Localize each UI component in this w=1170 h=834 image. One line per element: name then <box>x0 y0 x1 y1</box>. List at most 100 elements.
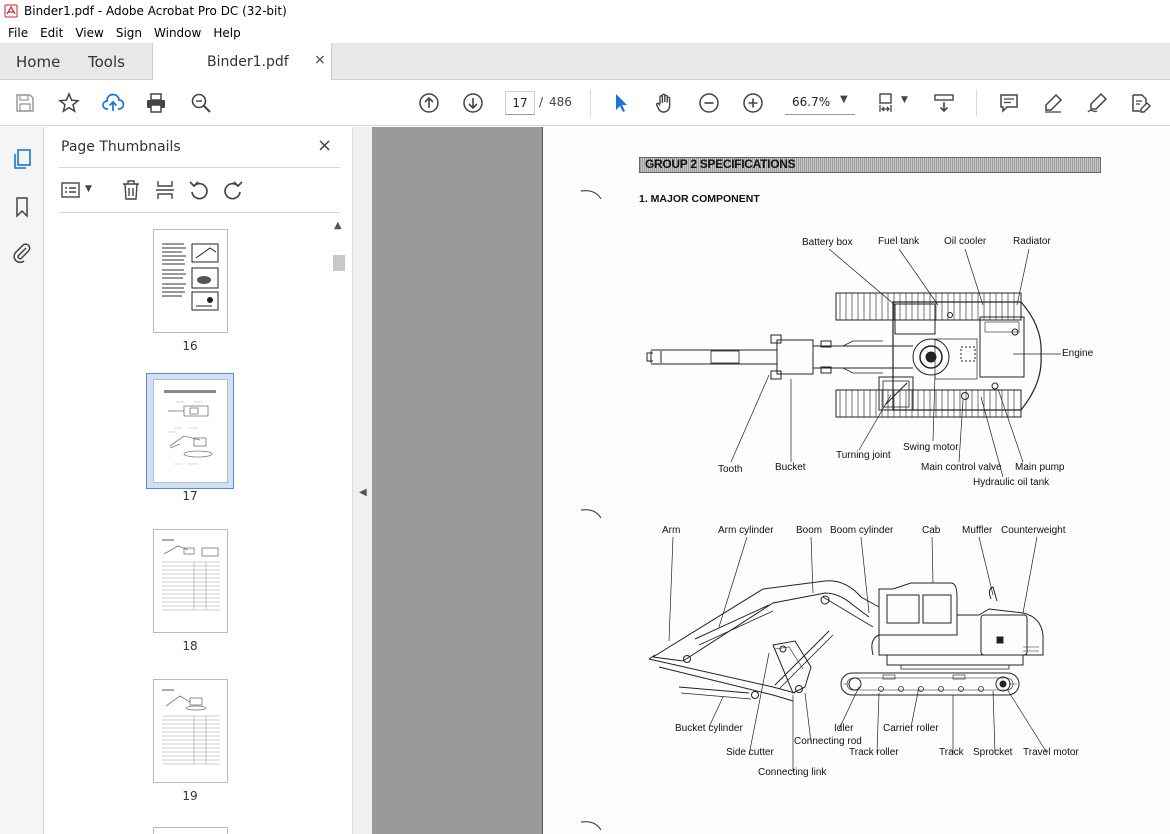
menu-view[interactable]: View <box>69 26 109 40</box>
label-travel-motor: Travel motor <box>1023 747 1079 758</box>
label-boom-cylinder: Boom cylinder <box>830 525 894 536</box>
label-idler: Idler <box>834 723 854 734</box>
sign-pen-icon[interactable] <box>1085 91 1109 115</box>
excavator-diagram <box>580 190 1061 831</box>
print-icon[interactable] <box>144 91 168 115</box>
options-chevron-icon[interactable]: ▼ <box>85 184 92 194</box>
menu-window[interactable]: Window <box>148 26 207 40</box>
fit-page-icon[interactable] <box>875 91 899 115</box>
label-fuel-tank: Fuel tank <box>878 236 920 247</box>
close-tab-icon[interactable]: × <box>314 52 326 68</box>
label-cab: Cab <box>922 525 941 536</box>
menu-sign[interactable]: Sign <box>110 26 148 40</box>
tab-bar: Home Tools Binder1.pdf × <box>0 43 1170 81</box>
panel-splitter[interactable]: ◀ <box>352 127 372 834</box>
label-swing-motor: Swing motor <box>903 442 959 453</box>
collapse-panel-icon[interactable]: ◀ <box>359 487 367 498</box>
label-oil-cooler: Oil cooler <box>944 236 987 247</box>
thumbnail-label-19: 19 <box>182 789 198 803</box>
label-engine: Engine <box>1062 348 1094 359</box>
window-title-bar: Binder1.pdf - Adobe Acrobat Pro DC (32-b… <box>0 0 1170 22</box>
divider <box>59 167 340 168</box>
divider <box>59 212 340 213</box>
comment-icon[interactable] <box>997 91 1021 115</box>
tab-home[interactable]: Home <box>16 43 60 80</box>
page-thumbnails-icon[interactable] <box>10 147 34 171</box>
label-main-pump: Main pump <box>1015 462 1065 473</box>
zoom-out-icon[interactable] <box>697 91 721 115</box>
scroll-mode-icon[interactable] <box>932 91 956 115</box>
cursor-arrow-icon[interactable] <box>609 91 633 115</box>
page-number-input[interactable]: 17 <box>505 91 535 115</box>
label-side-cutter: Side cutter <box>726 747 774 758</box>
label-track: Track <box>939 747 964 758</box>
arrow-up-circle-icon[interactable] <box>417 91 441 115</box>
thumbnail-label-17: 17 <box>182 489 198 503</box>
label-tooth: Tooth <box>718 464 743 475</box>
pdf-page: GROUP 2 SPECIFICATIONS 1. MAJOR COMPONEN… <box>542 127 1170 834</box>
thumbnail-scrollbar[interactable]: ▲ <box>332 220 346 834</box>
page-total: 486 <box>549 95 572 109</box>
share-edit-icon[interactable] <box>1128 91 1152 115</box>
arrow-down-circle-icon[interactable] <box>461 91 485 115</box>
delete-page-icon[interactable] <box>120 179 142 201</box>
chevron-down-icon[interactable]: ▼ <box>840 94 848 105</box>
label-sprocket: Sprocket <box>973 747 1013 758</box>
label-connecting-rod: Connecting rod <box>794 736 862 747</box>
tab-document[interactable]: Binder1.pdf × <box>152 43 332 81</box>
save-icon[interactable] <box>13 91 37 115</box>
page-thumbnails-panel: Page Thumbnails × ▼ ▲ 16 17 18 19 <box>45 127 352 834</box>
thumbnail-options-icon[interactable] <box>60 179 82 201</box>
thumbnail-page-18[interactable] <box>153 529 228 633</box>
toolbar-divider <box>976 90 977 116</box>
fit-dropdown-chevron-icon[interactable]: ▼ <box>901 95 908 105</box>
hand-icon[interactable] <box>653 91 677 115</box>
document-viewport[interactable]: GROUP 2 SPECIFICATIONS 1. MAJOR COMPONEN… <box>372 127 1170 834</box>
zoom-in-icon[interactable] <box>741 91 765 115</box>
thumbnail-label-16: 16 <box>182 339 198 353</box>
attachment-icon[interactable] <box>10 241 34 265</box>
bookmark-icon[interactable] <box>10 195 34 219</box>
menu-help[interactable]: Help <box>207 26 246 40</box>
scrollbar-thumb[interactable] <box>333 255 345 271</box>
thumbnail-page-16[interactable] <box>153 229 228 333</box>
menu-edit[interactable]: Edit <box>34 26 69 40</box>
label-arm-cylinder: Arm cylinder <box>718 525 774 536</box>
thumbnail-page-20[interactable] <box>153 827 228 834</box>
label-bucket: Bucket <box>775 462 806 473</box>
panel-title: Page Thumbnails <box>61 139 181 155</box>
main-toolbar: 17 / 486 66.7% ▼ ▼ <box>0 80 1170 126</box>
rotate-left-icon[interactable] <box>188 179 210 201</box>
navigation-rail <box>0 127 44 834</box>
label-counterweight: Counterweight <box>1001 525 1066 536</box>
search-zoom-icon[interactable] <box>189 91 213 115</box>
label-turning-joint: Turning joint <box>836 450 891 461</box>
tab-tools[interactable]: Tools <box>88 43 125 80</box>
extract-pages-icon[interactable] <box>154 179 176 201</box>
star-icon[interactable] <box>57 91 81 115</box>
label-arm: Arm <box>662 525 681 536</box>
scroll-up-icon[interactable]: ▲ <box>334 220 342 231</box>
window-title: Binder1.pdf - Adobe Acrobat Pro DC (32-b… <box>24 4 287 18</box>
document-tab-label: Binder1.pdf <box>207 54 289 70</box>
close-panel-icon[interactable]: × <box>317 135 332 156</box>
acrobat-app-icon <box>4 4 18 18</box>
thumbnail-page-17[interactable] <box>153 379 228 483</box>
label-radiator: Radiator <box>1013 236 1051 247</box>
page-separator: / <box>539 95 544 109</box>
label-bucket-cylinder: Bucket cylinder <box>675 723 743 734</box>
label-carrier-roller: Carrier roller <box>883 723 939 734</box>
label-track-roller: Track roller <box>849 747 899 758</box>
thumbnail-page-19[interactable] <box>153 679 228 783</box>
label-boom: Boom <box>796 525 823 536</box>
label-hydraulic-oil-tank: Hydraulic oil tank <box>973 477 1050 488</box>
label-connecting-link: Connecting link <box>758 767 827 778</box>
thumbnail-label-18: 18 <box>182 639 198 653</box>
menu-file[interactable]: File <box>2 26 34 40</box>
rotate-right-icon[interactable] <box>222 179 244 201</box>
cloud-upload-icon[interactable] <box>101 91 125 115</box>
label-main-control-valve: Main control valve <box>921 462 1002 473</box>
toolbar-divider <box>590 90 591 116</box>
menu-bar: File Edit View Sign Window Help <box>0 22 1170 43</box>
highlight-pen-icon[interactable] <box>1041 91 1065 115</box>
